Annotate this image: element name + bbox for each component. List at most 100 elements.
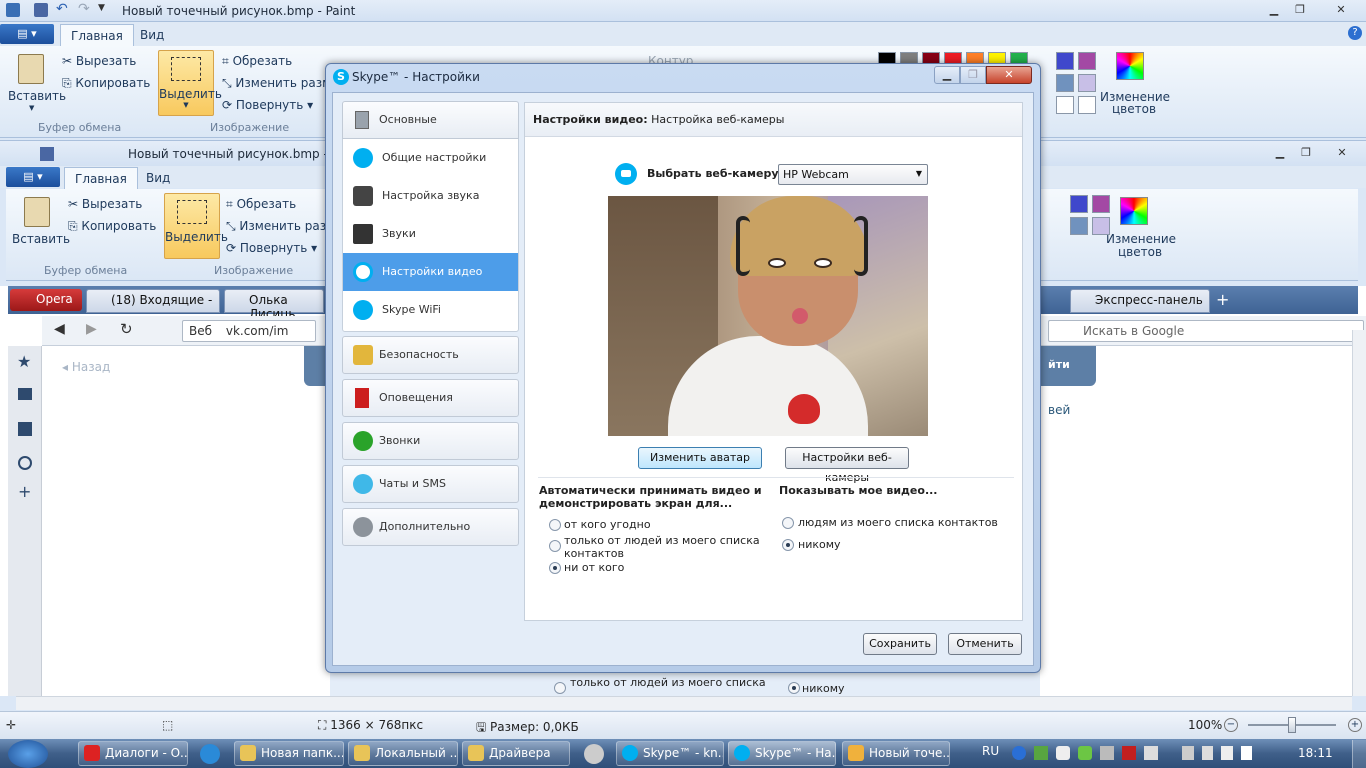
minimize-button[interactable]: ▁ (1262, 2, 1286, 18)
nested-edit-colors-icon[interactable] (1120, 197, 1148, 225)
skype-close-button[interactable]: ✕ (986, 66, 1032, 84)
bookmarks-icon[interactable]: ★ (17, 352, 31, 371)
media-player-icon[interactable] (584, 744, 604, 764)
nested-menu-button[interactable]: ▤ ▾ (6, 167, 60, 187)
save-icon[interactable] (34, 3, 48, 17)
cut-button[interactable]: ✂ Вырезать (62, 54, 136, 68)
taskbar-item-skype-settings[interactable]: Skype™ - На... (728, 741, 836, 766)
color-swatch[interactable] (1056, 52, 1074, 70)
notes-icon[interactable] (18, 388, 32, 400)
color-swatch[interactable] (1092, 217, 1110, 235)
show-video-nobody-radio[interactable] (782, 539, 794, 551)
color-swatch[interactable] (1078, 74, 1096, 92)
redo-icon[interactable]: ↷ (78, 2, 92, 17)
color-swatch[interactable] (1056, 74, 1074, 92)
horizontal-scrollbar[interactable] (16, 696, 1352, 710)
clock[interactable]: 18:11 (1298, 746, 1333, 760)
color-swatch[interactable] (1070, 195, 1088, 213)
zoom-in-button[interactable]: + (1348, 718, 1362, 732)
paste-icon[interactable] (18, 54, 44, 84)
taskbar-item-folder2[interactable]: Локальный ... (348, 741, 458, 766)
nested-maximize-button[interactable]: ❐ (1294, 145, 1318, 161)
zoom-out-button[interactable]: − (1224, 718, 1238, 732)
auto-accept-nobody-radio[interactable] (549, 562, 561, 574)
auto-accept-contacts-radio[interactable] (549, 540, 561, 552)
color-swatch[interactable] (1056, 96, 1074, 114)
tray-icon[interactable] (1078, 746, 1092, 760)
ie-icon[interactable] (200, 744, 220, 764)
flag-tray-icon[interactable] (1182, 746, 1194, 760)
nested-close-button[interactable]: ✕ (1330, 145, 1354, 161)
search-field[interactable]: Искать в Google (1048, 320, 1364, 342)
taskbar-item-opera[interactable]: Диалоги - О... (78, 741, 188, 766)
close-button[interactable]: ✕ (1326, 2, 1356, 18)
auto-accept-anyone-radio[interactable] (549, 519, 561, 531)
maximize-button[interactable]: ❐ (1288, 2, 1312, 18)
nav-section-general[interactable]: Основные (342, 101, 519, 139)
nested-copy-button[interactable]: ⎘ Копировать (68, 219, 156, 234)
resize-button[interactable]: ⤡ Изменить разме (222, 76, 339, 91)
nav-item-audio-settings[interactable]: Настройка звука (343, 177, 518, 215)
taskbar-item-paint[interactable]: Новый точе... (842, 741, 950, 766)
skype-minimize-button[interactable]: ▁ (934, 66, 960, 84)
opera-menu-button[interactable]: Opera (10, 289, 82, 311)
color-swatch[interactable] (1092, 195, 1110, 213)
save-button[interactable]: Сохранить (863, 633, 937, 655)
nav-section-calls[interactable]: Звонки (342, 422, 519, 460)
reload-icon[interactable]: ↻ (120, 320, 133, 338)
browser-tab-speeddial[interactable]: Экспресс-панель (1070, 289, 1210, 313)
crop-button[interactable]: ⌗ Обрезать (222, 54, 292, 69)
address-field[interactable]: Веб vk.com/im (182, 320, 316, 342)
tray-icon[interactable] (1122, 746, 1136, 760)
browser-scrollbar[interactable] (1352, 330, 1366, 696)
show-video-contacts-radio[interactable] (782, 517, 794, 529)
nav-item-video-settings[interactable]: Настройки видео (343, 253, 518, 291)
undo-icon[interactable]: ↶ (56, 2, 70, 17)
network-icon[interactable] (1201, 746, 1213, 760)
nav-item-sounds[interactable]: Звуки (343, 215, 518, 253)
nested-select-button[interactable]: Выделить (164, 193, 228, 259)
language-indicator[interactable]: RU (982, 744, 999, 758)
taskbar-item-skype-main[interactable]: Skype™ - kn... (616, 741, 724, 766)
color-swatch[interactable] (1070, 217, 1088, 235)
forward-icon[interactable]: ▶ (86, 321, 97, 337)
nested-edit-colors-1[interactable]: Изменение (1106, 232, 1176, 246)
webcam-settings-button[interactable]: Настройки веб-камеры (785, 447, 909, 484)
color-swatch[interactable] (1078, 96, 1096, 114)
background-radio[interactable] (554, 682, 566, 694)
edit-colors-icon[interactable] (1116, 52, 1144, 80)
nav-item-skype-wifi[interactable]: Skype WiFi (343, 291, 518, 329)
back-icon[interactable]: ◀ (54, 321, 65, 337)
start-button[interactable] (8, 740, 48, 768)
nested-resize-button[interactable]: ⤡ Изменить разм (226, 219, 335, 234)
nested-tab-view[interactable]: Вид (136, 167, 180, 189)
paste-button[interactable]: Вставить (8, 89, 66, 103)
nested-paste-icon[interactable] (24, 197, 50, 227)
nested-paste-button[interactable]: Вставить (12, 232, 70, 246)
taskbar-item-folder3[interactable]: Драйвера (462, 741, 570, 766)
back-link[interactable]: ◂ Назад (62, 360, 110, 374)
browser-tab-mail[interactable]: (18) Входящие - ... (86, 289, 220, 321)
show-desktop-button[interactable] (1352, 740, 1366, 768)
nested-tab-home[interactable]: Главная (64, 167, 138, 189)
paint-menu-button[interactable]: ▤ ▾ (0, 24, 54, 44)
background-radio-nobody[interactable] (788, 682, 800, 694)
nested-cut-button[interactable]: ✂ Вырезать (68, 197, 142, 211)
volume-icon[interactable] (1221, 746, 1233, 760)
tab-view[interactable]: Вид (130, 24, 174, 46)
nav-section-chats-sms[interactable]: Чаты и SMS (342, 465, 519, 503)
vk-partial-link[interactable]: вей (1048, 403, 1070, 417)
nav-item-general-settings[interactable]: Общие настройки (343, 139, 518, 177)
vk-header-right[interactable]: йти (1040, 346, 1096, 386)
nested-save-icon[interactable] (40, 147, 54, 161)
nested-minimize-button[interactable]: ▁ (1268, 145, 1292, 161)
webcam-select[interactable]: HP Webcam ▼ (778, 164, 928, 185)
edit-colors-label-2[interactable]: цветов (1112, 102, 1156, 116)
add-panel-icon[interactable]: + (18, 482, 31, 501)
taskbar-item-folder1[interactable]: Новая папк... (234, 741, 344, 766)
nested-rotate-button[interactable]: ⟳ Повернуть ▾ (226, 241, 317, 255)
signal-icon[interactable] (1240, 746, 1252, 760)
help-icon[interactable]: ? (1348, 26, 1362, 40)
nav-section-advanced[interactable]: Дополнительно (342, 508, 519, 546)
copy-button[interactable]: ⎘ Копировать (62, 76, 150, 91)
